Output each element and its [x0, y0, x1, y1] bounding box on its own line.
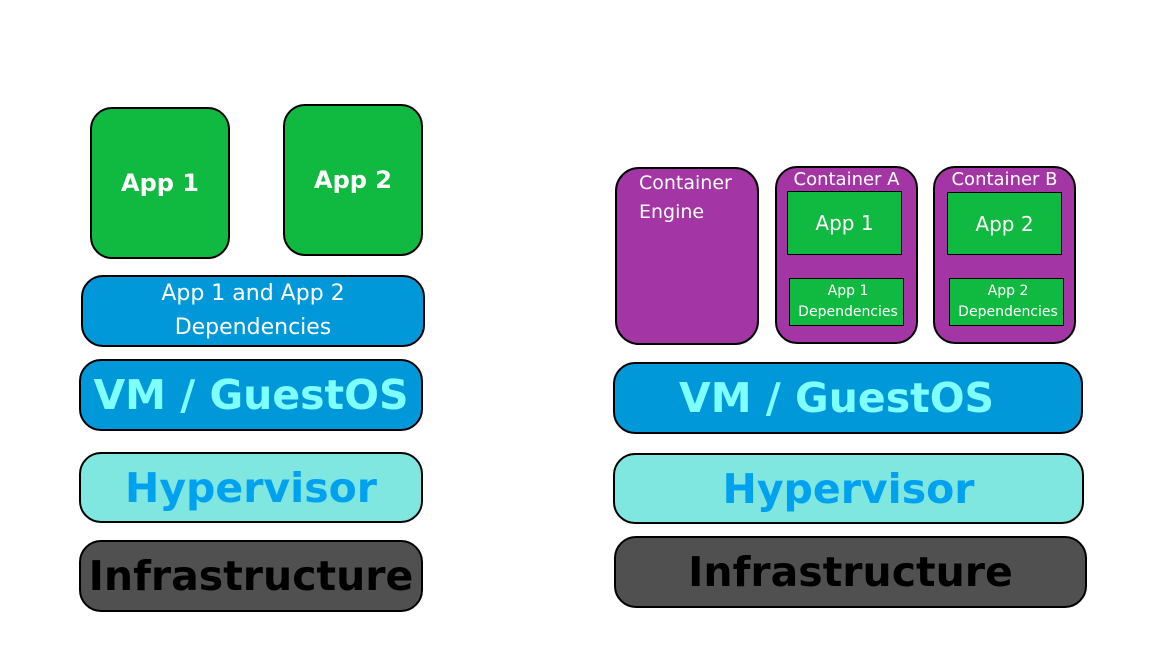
container-a-box: Container A App 1 App 1 Dependencies: [775, 166, 918, 344]
container-a-app-box: App 1: [787, 191, 902, 255]
left-app-1-box: App 1: [90, 107, 230, 259]
right-infrastructure-label: Infrastructure: [688, 548, 1013, 596]
container-b-dependencies-box: App 2 Dependencies: [949, 278, 1064, 326]
left-shared-dependencies-box: App 1 and App 2 Dependencies: [81, 275, 425, 347]
left-infrastructure-layer: Infrastructure: [79, 540, 423, 612]
left-app-2-label: App 2: [314, 166, 392, 194]
container-a-deps-line2: Dependencies: [798, 304, 898, 320]
right-vm-guestos-layer: VM / GuestOS: [613, 362, 1083, 434]
container-b-box: Container B App 2 App 2 Dependencies: [933, 166, 1076, 344]
container-b-deps-line1: App 2: [987, 283, 1029, 299]
container-a-title: Container A: [793, 169, 900, 190]
left-hypervisor-label: Hypervisor: [125, 463, 377, 512]
container-b-app-box: App 2: [947, 192, 1062, 255]
right-hypervisor-layer: Hypervisor: [613, 453, 1084, 524]
left-vm-label: VM / GuestOS: [93, 371, 409, 419]
container-b-title: Container B: [951, 169, 1058, 190]
left-deps-line1: App 1 and App 2: [161, 281, 345, 306]
container-a-dependencies-box: App 1 Dependencies: [789, 278, 904, 326]
container-engine-line1: Container: [639, 172, 732, 194]
left-deps-line2: Dependencies: [174, 315, 332, 340]
container-b-deps-line2: Dependencies: [958, 304, 1058, 320]
left-app-1-label: App 1: [121, 169, 199, 197]
right-hypervisor-label: Hypervisor: [722, 464, 975, 513]
container-b-app-label: App 2: [975, 211, 1034, 236]
left-app-2-box: App 2: [283, 104, 423, 256]
right-vm-label: VM / GuestOS: [679, 374, 995, 422]
container-a-deps-line1: App 1: [827, 283, 869, 299]
container-a-app-label: App 1: [815, 211, 874, 235]
container-engine-line2: Engine: [639, 201, 705, 223]
right-infrastructure-layer: Infrastructure: [614, 536, 1087, 608]
left-hypervisor-layer: Hypervisor: [79, 452, 423, 523]
left-vm-guestos-layer: VM / GuestOS: [79, 359, 423, 431]
container-engine-box: Container Engine: [615, 167, 759, 345]
left-infrastructure-label: Infrastructure: [88, 552, 414, 600]
